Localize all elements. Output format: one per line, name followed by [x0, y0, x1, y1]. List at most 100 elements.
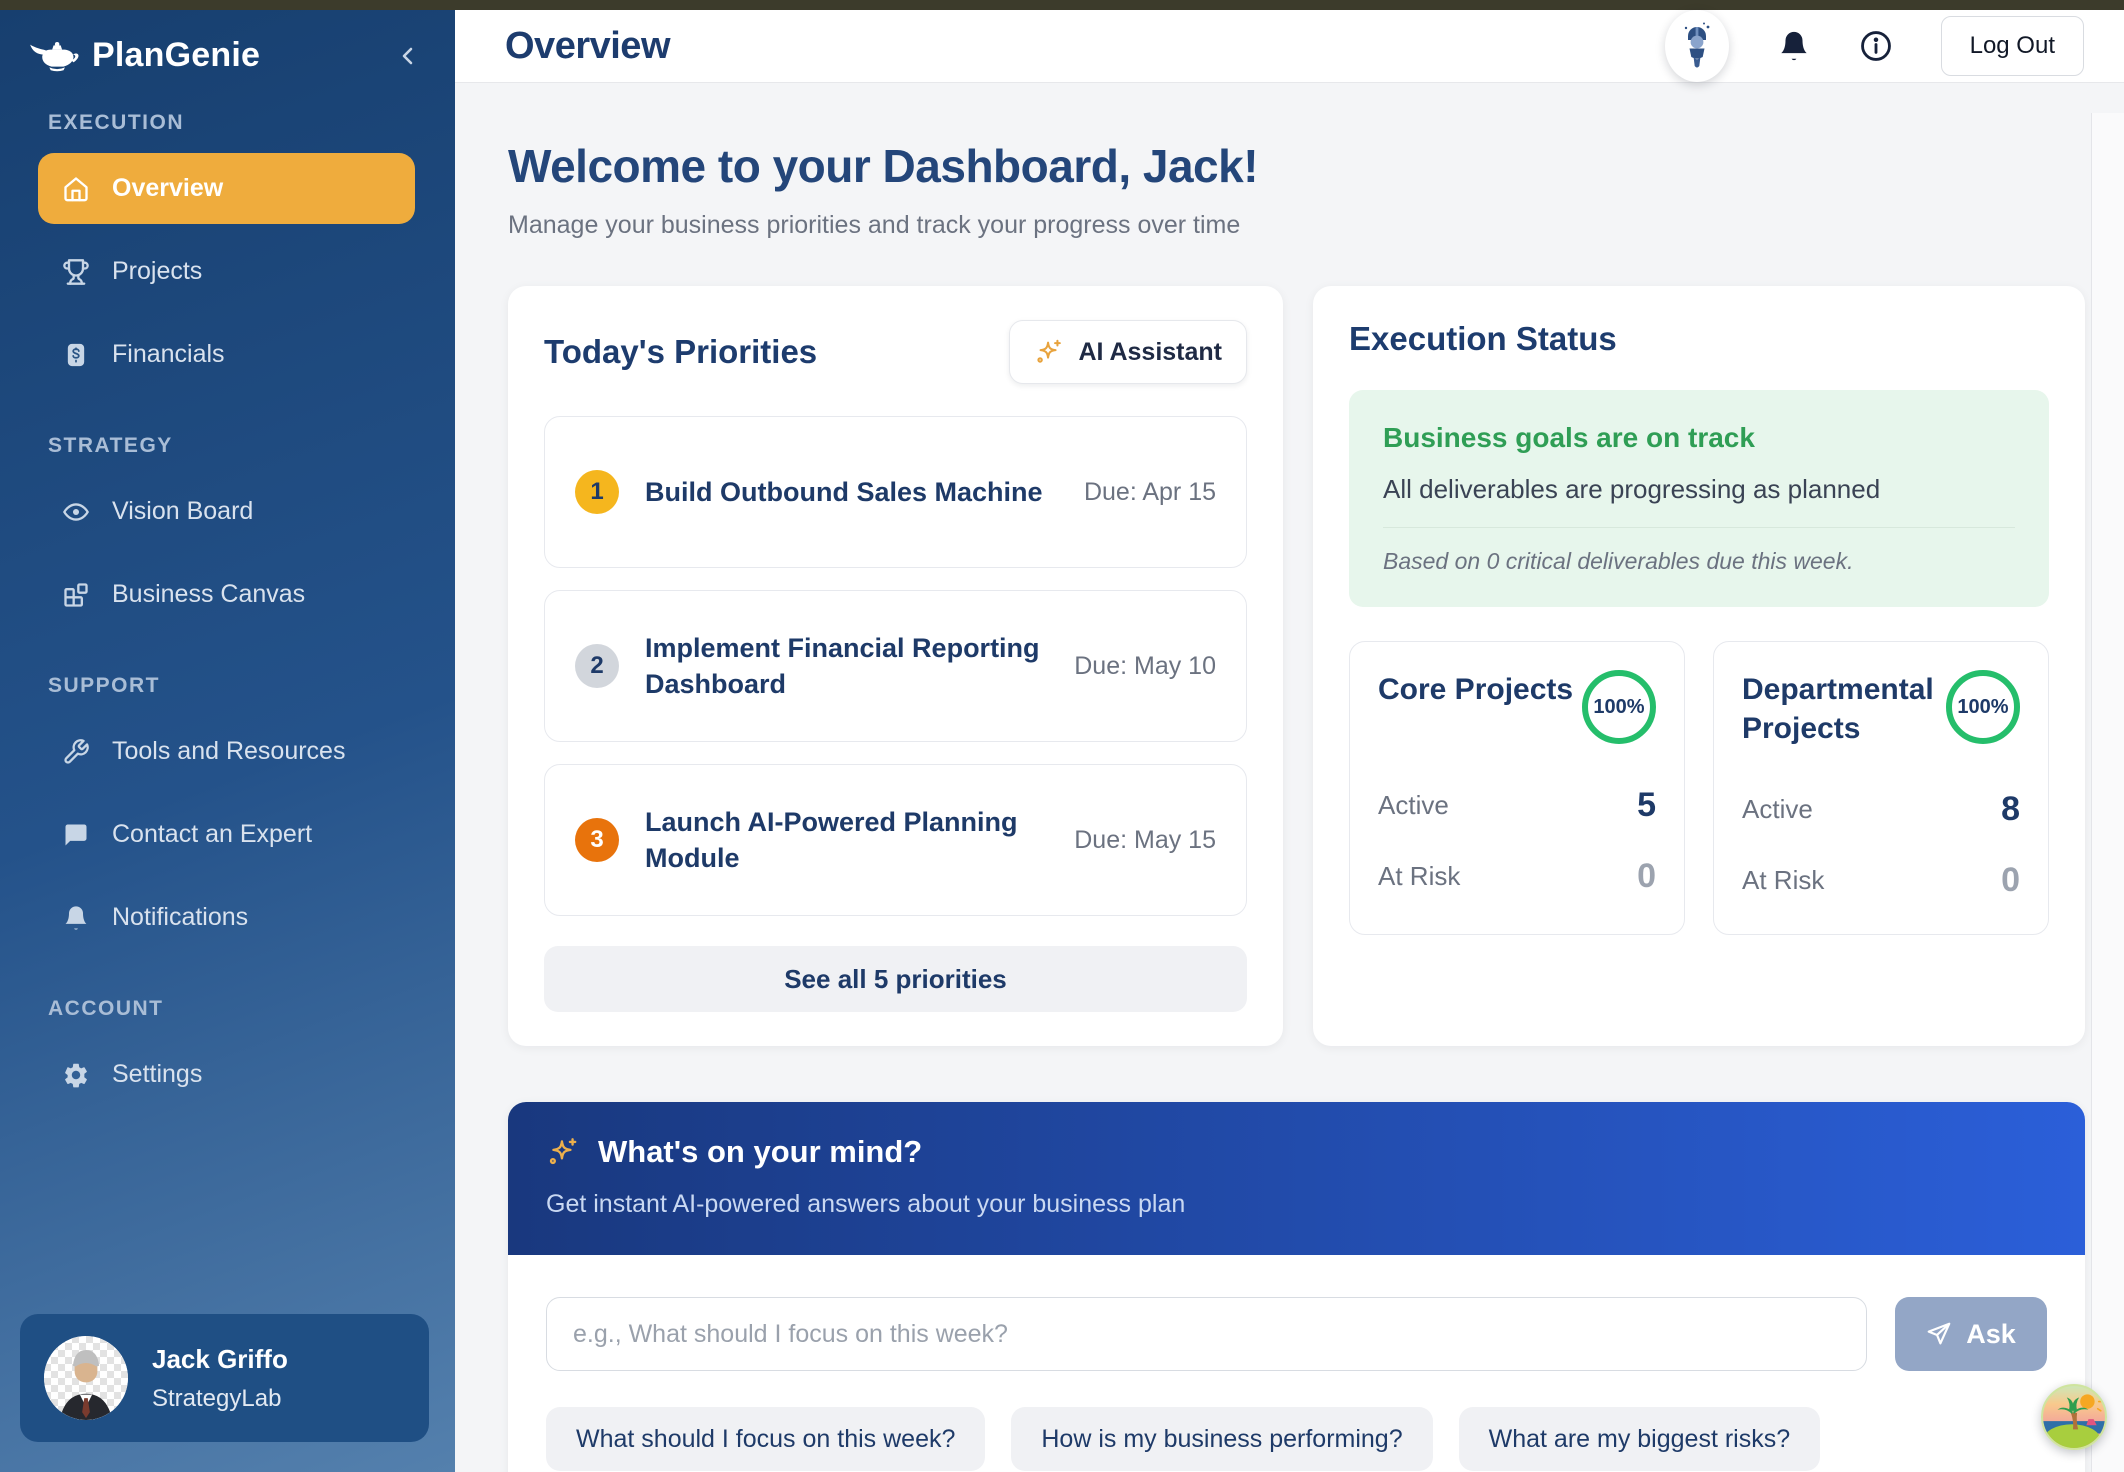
section-label-support: SUPPORT [48, 674, 415, 698]
stat-row-at-risk: At Risk 0 [1742, 861, 2020, 900]
welcome-subtitle: Manage your business priorities and trac… [508, 211, 2085, 240]
app-shell: PlanGenie EXECUTION Overview Projects [0, 10, 2124, 1472]
ai-assistant-button[interactable]: AI Assistant [1009, 320, 1247, 384]
ask-ai-banner: What's on your mind? Get instant AI-powe… [508, 1102, 2085, 1255]
sidebar-item-overview[interactable]: Overview [38, 153, 415, 224]
sidebar: PlanGenie EXECUTION Overview Projects [0, 10, 455, 1472]
priority-title: Implement Financial Reporting Dashboard [645, 630, 1048, 703]
stat-title: Core Projects [1378, 670, 1573, 709]
section-label-strategy: STRATEGY [48, 434, 415, 458]
sparkle-icon [546, 1135, 580, 1169]
genie-avatar[interactable] [1665, 10, 1729, 82]
user-company: StrategyLab [152, 1385, 288, 1413]
status-body: All deliverables are progressing as plan… [1383, 474, 2015, 528]
suggested-questions: What should I focus on this week? How is… [546, 1407, 1906, 1472]
notifications-button[interactable] [1777, 29, 1811, 63]
money-icon [62, 341, 90, 369]
ask-ai-title: What's on your mind? [598, 1134, 922, 1170]
bell-icon [1777, 29, 1811, 63]
genie-character-icon [1677, 20, 1717, 72]
content-column: Overview [455, 10, 2124, 1472]
wrench-icon [62, 738, 90, 766]
ask-submit-button[interactable]: Ask [1895, 1297, 2047, 1371]
priority-rank-badge: 1 [575, 470, 619, 514]
priority-item-2[interactable]: 2 Implement Financial Reporting Dashboar… [544, 590, 1247, 742]
stat-row-active: Active 5 [1378, 786, 1656, 825]
stat-row-at-risk: At Risk 0 [1378, 857, 1656, 896]
sidebar-item-tools-resources[interactable]: Tools and Resources [38, 716, 415, 787]
welcome-title: Welcome to your Dashboard, Jack! [508, 139, 2085, 193]
logout-button[interactable]: Log Out [1941, 16, 2084, 76]
island-floating-badge[interactable] [2041, 1384, 2107, 1450]
sidebar-item-label: Financials [112, 340, 225, 369]
ai-assistant-label: AI Assistant [1078, 338, 1222, 367]
priority-due-date: Due: May 15 [1074, 826, 1216, 855]
sparkle-icon [1034, 337, 1064, 367]
priority-item-1[interactable]: 1 Build Outbound Sales Machine Due: Apr … [544, 416, 1247, 568]
on-track-status-box: Business goals are on track All delivera… [1349, 390, 2049, 607]
sidebar-item-settings[interactable]: Settings [38, 1039, 415, 1110]
app-header: Overview [455, 10, 2124, 83]
window-top-strip [0, 0, 2124, 10]
ask-button-label: Ask [1966, 1319, 2016, 1350]
priority-due-date: Due: Apr 15 [1084, 478, 1216, 507]
priority-due-date: Due: May 10 [1074, 652, 1216, 681]
chevron-left-icon [397, 41, 421, 71]
suggestion-chip[interactable]: What should I focus on this week? [546, 1407, 985, 1471]
core-projects-stat: Core Projects 100% Active 5 At Risk 0 [1349, 641, 1685, 935]
stat-title: Departmental Projects [1742, 670, 1942, 748]
chat-bubble-icon [62, 821, 90, 849]
sidebar-item-vision-board[interactable]: Vision Board [38, 476, 415, 547]
priority-item-3[interactable]: 3 Launch AI-Powered Planning Module Due:… [544, 764, 1247, 916]
execution-status-title: Execution Status [1349, 320, 1617, 357]
status-note: Based on 0 critical deliverables due thi… [1383, 548, 2015, 575]
dashboard-cards-row: Today's Priorities AI Assistant 1 Build … [508, 286, 2085, 1046]
priority-title: Launch AI-Powered Planning Module [645, 804, 1048, 877]
execution-status-card: Execution Status Business goals are on t… [1313, 286, 2085, 1046]
section-label-account: ACCOUNT [48, 997, 415, 1021]
section-label-execution: EXECUTION [48, 111, 415, 135]
bell-icon [62, 904, 90, 932]
project-stats-row: Core Projects 100% Active 5 At Risk 0 [1349, 641, 2049, 935]
genie-lamp-logo-icon [28, 39, 82, 73]
sidebar-item-label: Projects [112, 257, 202, 286]
sidebar-item-notifications[interactable]: Notifications [38, 882, 415, 953]
see-all-priorities-button[interactable]: See all 5 priorities [544, 946, 1247, 1012]
priorities-title: Today's Priorities [544, 333, 817, 371]
status-headline: Business goals are on track [1383, 422, 2015, 454]
suggestion-chip[interactable]: What are my biggest risks? [1459, 1407, 1821, 1471]
sidebar-item-label: Tools and Resources [112, 737, 345, 766]
progress-ring: 100% [1946, 670, 2020, 744]
scrollbar-gutter[interactable] [2091, 113, 2124, 1472]
info-icon [1859, 29, 1893, 63]
tropical-island-icon [2041, 1384, 2107, 1450]
sidebar-item-label: Vision Board [112, 497, 253, 526]
paper-plane-icon [1926, 1321, 1952, 1347]
ask-ai-body: Ask What should I focus on this week? Ho… [508, 1255, 2085, 1472]
suggestion-chip[interactable]: How is my business performing? [1011, 1407, 1432, 1471]
departmental-projects-stat: Departmental Projects 100% Active 8 At R… [1713, 641, 2049, 935]
sidebar-collapse-button[interactable] [397, 41, 421, 71]
brand-row: PlanGenie [0, 10, 455, 75]
progress-ring: 100% [1582, 670, 1656, 744]
user-card[interactable]: Jack Griffo StrategyLab [20, 1314, 429, 1442]
sidebar-item-business-canvas[interactable]: Business Canvas [38, 559, 415, 630]
blocks-icon [62, 581, 90, 609]
gear-icon [62, 1061, 90, 1089]
main-area: Welcome to your Dashboard, Jack! Manage … [455, 83, 2124, 1472]
sidebar-item-label: Contact an Expert [112, 820, 312, 849]
ask-question-input[interactable] [546, 1297, 1867, 1371]
sidebar-item-contact-expert[interactable]: Contact an Expert [38, 799, 415, 870]
stat-row-active: Active 8 [1742, 790, 2020, 829]
sidebar-item-financials[interactable]: Financials [38, 319, 415, 390]
user-avatar [44, 1336, 128, 1420]
trophy-icon [62, 258, 90, 286]
user-name: Jack Griffo [152, 1344, 288, 1375]
priority-rank-badge: 2 [575, 644, 619, 688]
sidebar-item-label: Settings [112, 1060, 202, 1089]
priority-rank-badge: 3 [575, 818, 619, 862]
sidebar-item-projects[interactable]: Projects [38, 236, 415, 307]
priority-title: Build Outbound Sales Machine [645, 474, 1043, 510]
info-button[interactable] [1859, 29, 1893, 63]
sidebar-item-label: Notifications [112, 903, 248, 932]
